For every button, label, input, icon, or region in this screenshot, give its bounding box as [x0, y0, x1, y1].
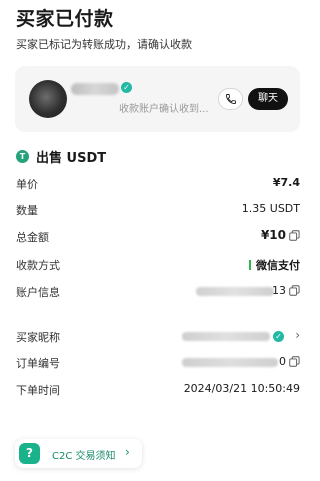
row-label: 账户信息: [16, 286, 60, 299]
copy-icon[interactable]: [289, 356, 300, 367]
page-title: 买家已付款: [16, 8, 114, 30]
help-icon: ?: [19, 443, 40, 464]
quantity-value: 1.35 USDT: [241, 202, 300, 215]
sell-label: 出售 USDT: [36, 150, 107, 166]
row-total: 总金额 ¥10: [16, 228, 300, 245]
account-info-redacted: [196, 287, 274, 296]
row-label: 单价: [16, 178, 38, 191]
payment-method-value: 微信支付: [249, 257, 300, 273]
row-buyer-nickname[interactable]: 买家昵称 ✓ ›: [16, 328, 300, 345]
wechat-indicator: [249, 260, 251, 270]
row-label: 下单时间: [16, 384, 60, 397]
row-order-time: 下单时间 2024/03/21 10:50:49: [16, 382, 300, 398]
row-account-info: 账户信息 13: [16, 284, 300, 300]
row-quantity: 数量 1.35 USDT: [16, 202, 300, 218]
copy-icon[interactable]: [289, 230, 300, 241]
verified-badge-icon: ✓: [273, 331, 284, 342]
c2c-notice-label: C2C 交易须知: [52, 451, 116, 462]
call-button[interactable]: [218, 88, 243, 110]
order-number-redacted: [182, 358, 278, 367]
verified-badge-icon: ✓: [121, 82, 132, 93]
page-subtitle: 买家已标记为转账成功，请确认收款: [16, 38, 192, 51]
row-label: 总金额: [16, 231, 49, 244]
payment-confirm-text: 收款账户确认收到...: [119, 104, 209, 115]
buyer-nickname-redacted: [182, 332, 270, 341]
copy-icon[interactable]: [289, 285, 300, 296]
row-unit-price: 单价 ¥7.4: [16, 176, 300, 192]
chat-button[interactable]: 聊天: [248, 88, 288, 110]
chevron-right-icon: ›: [125, 445, 130, 459]
usdt-icon: T: [16, 149, 29, 163]
row-payment-method: 收款方式 微信支付: [16, 257, 300, 273]
sell-header: T 出售 USDT: [16, 148, 107, 166]
row-label: 买家昵称: [16, 331, 60, 344]
chevron-right-icon: ›: [295, 328, 300, 342]
row-label: 订单编号: [16, 357, 60, 370]
order-time-value: 2024/03/21 10:50:49: [183, 382, 300, 395]
unit-price-value: ¥7.4: [272, 176, 300, 189]
c2c-notice-button[interactable]: ? C2C 交易须知 ›: [15, 439, 142, 468]
phone-icon: [226, 94, 236, 104]
payment-method-text: 微信支付: [256, 259, 300, 272]
order-number-value: 0: [279, 355, 286, 368]
buyer-name-redacted: [71, 83, 119, 95]
account-info-value: 13: [272, 284, 286, 297]
row-label: 数量: [16, 204, 38, 217]
total-value: ¥10: [260, 228, 286, 242]
row-label: 收款方式: [16, 259, 60, 272]
row-order-number: 订单编号 0: [16, 355, 300, 371]
avatar[interactable]: [29, 80, 67, 118]
buyer-card: ✓ 收款账户确认收到... 聊天: [15, 66, 300, 132]
